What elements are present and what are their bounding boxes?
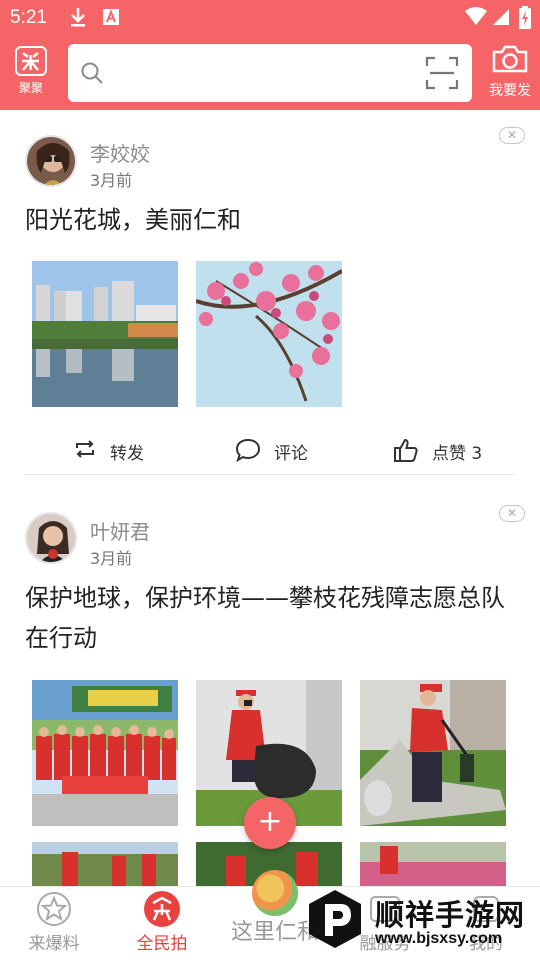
repost-button[interactable]: 转发 [73,437,144,466]
comment-icon [235,438,261,468]
wifi-icon [464,6,488,32]
watermark-logo-icon [307,888,363,950]
post-time: 3月前 [90,171,133,190]
star-badge-icon [36,891,72,927]
post-label: 我要发 [489,83,531,99]
site-watermark: 顺祥手游网 www.bjsxsy.com [305,884,535,954]
tab-label: 来爆料 [28,934,80,954]
scan-icon[interactable] [425,56,459,94]
add-post-fab[interactable]: + [244,797,296,849]
author-name[interactable]: 李姣姣 [90,138,150,167]
camera-icon [491,45,529,78]
tab-citizen-snap[interactable]: 全民拍 [128,891,196,954]
post-actions: 转发 评论 点赞 3 [25,425,515,475]
post-button[interactable]: 我要发 [484,44,536,102]
like-label: 点赞 3 [432,444,483,464]
signal-icon [492,6,510,32]
repost-icon [73,440,97,466]
battery-icon [518,6,532,34]
app-notification-icon [102,6,120,32]
search-input[interactable] [114,56,414,90]
post-image-cityscape[interactable] [32,261,178,407]
tab-report[interactable]: 来爆料 [20,891,88,954]
post-image-row2-3[interactable] [360,842,506,886]
author-name[interactable]: 叶妍君 [90,516,150,545]
post-time: 3月前 [90,549,133,568]
avatar[interactable] [25,512,77,564]
comment-label: 评论 [274,444,308,464]
search-bar[interactable] [68,44,472,102]
post-image-row2-1[interactable] [32,842,178,886]
tab-label: 全民拍 [136,934,188,954]
globe-icon [252,870,298,916]
logo-label: 聚聚 [18,81,43,95]
dismiss-button[interactable]: ✕ [499,127,525,144]
comment-button[interactable]: 评论 [235,437,308,464]
post-title[interactable]: 保护地球，保护环境——攀枝花残障志愿总队在行动 [25,578,515,658]
search-icon [80,61,104,89]
repost-label: 转发 [110,444,144,464]
status-bar: 5:21 [0,0,540,36]
status-time: 5:21 [10,7,47,28]
post-image-group-photo[interactable] [32,680,178,826]
watermark-url: www.bjsxsy.com [375,930,503,947]
dismiss-button[interactable]: ✕ [499,505,525,522]
avatar[interactable] [25,135,77,187]
post-title[interactable]: 阳光花城，美丽仁和 [25,200,515,240]
feed[interactable]: 李姣姣 3月前 ✕ 阳光花城，美丽仁和 转发 评论 点赞 3 叶妍君 3月前 ✕… [0,110,540,886]
thumbs-up-icon [393,438,419,468]
like-button[interactable]: 点赞 3 [393,437,482,464]
snap-icon [144,891,180,927]
post-image-volunteer-cleanup[interactable] [360,680,506,826]
logo-button[interactable]: 聚聚 [10,46,52,102]
app-logo-icon [15,46,47,76]
download-icon [68,6,88,32]
top-bar: 聚聚 我要发 [0,36,540,110]
post-image-flowers[interactable] [196,261,342,407]
watermark-text: 顺祥手游网 [375,898,526,932]
